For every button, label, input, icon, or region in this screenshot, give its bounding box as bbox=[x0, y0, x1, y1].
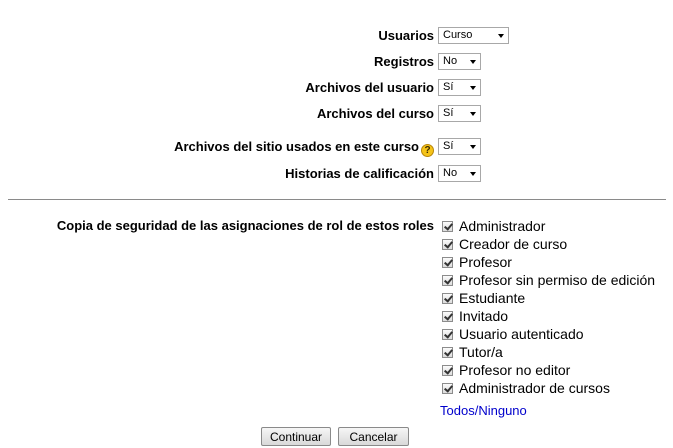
select-none-link[interactable]: Ninguno bbox=[478, 403, 526, 418]
role-label: Administrador bbox=[459, 218, 546, 234]
role-checkbox[interactable] bbox=[442, 347, 453, 358]
select-value: Curso bbox=[443, 29, 473, 41]
list-item[interactable]: Creador de curso bbox=[442, 235, 655, 253]
role-checkbox[interactable] bbox=[442, 239, 453, 250]
role-checkbox[interactable] bbox=[442, 383, 453, 394]
list-item[interactable]: Administrador de cursos bbox=[442, 379, 655, 397]
archivos-curso-select[interactable]: Sí bbox=[438, 105, 481, 122]
role-checkbox[interactable] bbox=[442, 311, 453, 322]
list-item[interactable]: Invitado bbox=[442, 307, 655, 325]
chevron-down-icon bbox=[470, 60, 476, 64]
list-item[interactable]: Usuario autenticado bbox=[442, 325, 655, 343]
role-checkbox[interactable] bbox=[442, 365, 453, 376]
setting-label-with-help: Archivos del sitio usados en este curso? bbox=[174, 139, 434, 157]
chevron-down-icon bbox=[470, 145, 476, 149]
registros-select[interactable]: No bbox=[438, 53, 481, 70]
setting-row-archivos-curso: Archivos del curso Sí bbox=[0, 104, 673, 124]
role-checkbox[interactable] bbox=[442, 293, 453, 304]
role-label: Estudiante bbox=[459, 290, 526, 306]
continue-button[interactable]: Continuar bbox=[261, 427, 331, 446]
role-label: Profesor bbox=[459, 254, 512, 270]
usuarios-select[interactable]: Curso bbox=[438, 27, 509, 44]
list-item[interactable]: Profesor bbox=[442, 253, 655, 271]
chevron-down-icon bbox=[498, 34, 504, 38]
section-divider bbox=[8, 199, 666, 200]
list-item[interactable]: Administrador bbox=[442, 217, 655, 235]
roles-checkbox-list: Administrador Creador de curso Profesor … bbox=[442, 217, 655, 397]
setting-label: Archivos del usuario bbox=[305, 80, 434, 95]
role-checkbox[interactable] bbox=[442, 329, 453, 340]
archivos-usuario-select[interactable]: Sí bbox=[438, 79, 481, 96]
select-value: Sí bbox=[443, 107, 454, 119]
setting-row-registros: Registros No bbox=[0, 52, 673, 72]
help-icon[interactable]: ? bbox=[421, 144, 434, 157]
historias-calificacion-select[interactable]: No bbox=[438, 165, 481, 182]
select-value: Sí bbox=[443, 81, 454, 93]
chevron-down-icon bbox=[470, 86, 476, 90]
chevron-down-icon bbox=[470, 172, 476, 176]
setting-label: Archivos del curso bbox=[316, 106, 434, 121]
select-all-none: Todos/Ninguno bbox=[440, 402, 527, 420]
setting-label: Historias de calificación bbox=[285, 166, 434, 181]
role-checkbox[interactable] bbox=[442, 221, 453, 232]
archivos-sitio-select[interactable]: Sí bbox=[438, 138, 481, 155]
setting-label: Archivos del sitio usados en este curso bbox=[174, 139, 419, 154]
role-label: Creador de curso bbox=[459, 236, 568, 252]
roles-backup-label: Copia de seguridad de las asignaciones d… bbox=[56, 218, 434, 233]
setting-row-usuarios: Usuarios Curso bbox=[0, 26, 673, 46]
list-item[interactable]: Profesor no editor bbox=[442, 361, 655, 379]
setting-row-archivos-sitio: Archivos del sitio usados en este curso?… bbox=[0, 137, 673, 157]
role-label: Invitado bbox=[459, 308, 509, 324]
setting-label: Registros bbox=[374, 54, 434, 69]
list-item[interactable]: Tutor/a bbox=[442, 343, 655, 361]
list-item[interactable]: Estudiante bbox=[442, 289, 655, 307]
chevron-down-icon bbox=[470, 112, 476, 116]
select-value: Sí bbox=[443, 140, 454, 152]
select-all-link[interactable]: Todos bbox=[440, 403, 475, 418]
role-checkbox[interactable] bbox=[442, 257, 453, 268]
role-label: Administrador de cursos bbox=[459, 380, 610, 396]
setting-row-historias-calificacion: Historias de calificación No bbox=[0, 164, 673, 184]
backup-settings-page: Usuarios Curso Registros No Archivos del… bbox=[0, 0, 673, 448]
select-value: No bbox=[443, 55, 458, 67]
cancel-button[interactable]: Cancelar bbox=[338, 427, 409, 446]
role-checkbox[interactable] bbox=[442, 275, 453, 286]
select-value: No bbox=[443, 167, 458, 179]
role-label: Usuario autenticado bbox=[459, 326, 584, 342]
setting-label: Usuarios bbox=[378, 28, 434, 43]
role-label: Profesor sin permiso de edición bbox=[459, 272, 656, 288]
setting-row-archivos-usuario: Archivos del usuario Sí bbox=[0, 78, 673, 98]
role-label: Tutor/a bbox=[459, 344, 503, 360]
role-label: Profesor no editor bbox=[459, 362, 571, 378]
list-item[interactable]: Profesor sin permiso de edición bbox=[442, 271, 655, 289]
